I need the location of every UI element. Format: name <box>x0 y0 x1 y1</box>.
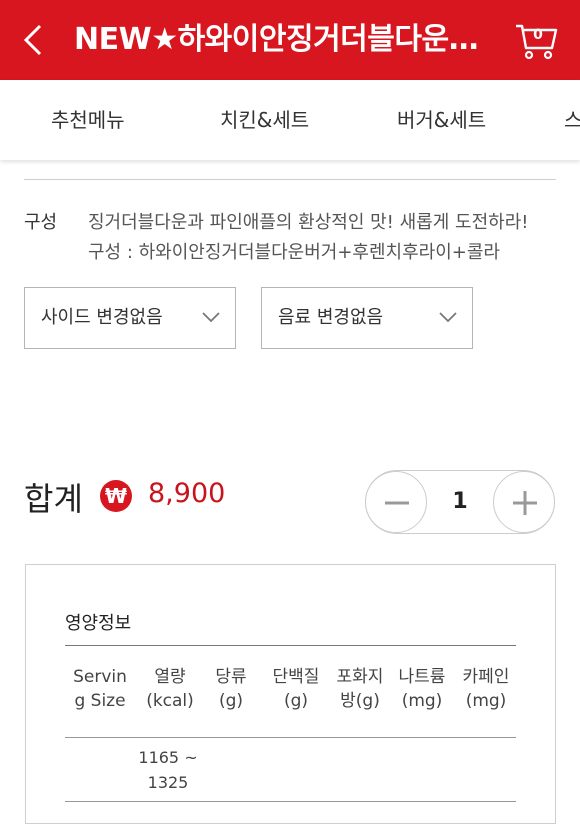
composition-items: 구성 : 하와이안징거더블다운버거+후렌치후라이+콜라 <box>88 242 500 263</box>
app-header: NEW★하와이안징거더블다운세트 0 <box>0 0 580 80</box>
cell-calories: 1165 ~ 1325 <box>138 748 198 792</box>
total-label: 합계 <box>24 480 83 518</box>
header-serving-size: Serving Size <box>73 667 127 711</box>
tab-chicken-set[interactable]: 치킨&세트 <box>220 80 309 160</box>
header-sodium: 나트륨 (mg) <box>398 667 446 711</box>
category-tabs: 추천메뉴 치킨&세트 버거&세트 스 <box>0 80 580 160</box>
header-protein: 단백질 (g) <box>272 667 320 711</box>
back-arrow-icon[interactable] <box>14 18 58 62</box>
header-calories: 열량 (kcal) <box>146 667 194 711</box>
quantity-value: 1 <box>452 489 468 514</box>
page-title: NEW★하와이안징거더블다운세트 <box>74 22 484 57</box>
nutrition-panel: 영양정보 Serving Size 열량 (kcal) 당류 (g) 단백질 (… <box>25 564 556 824</box>
chevron-down-icon <box>202 312 220 323</box>
chevron-down-icon <box>439 312 457 323</box>
side-option-select[interactable]: 사이드 변경없음 <box>24 287 236 349</box>
header-caffeine: 카페인 (mg) <box>462 667 510 711</box>
header-sugar: 당류 (g) <box>215 667 247 711</box>
plus-icon <box>513 491 537 515</box>
drink-option-select[interactable]: 음료 변경없음 <box>261 287 473 349</box>
nutrition-header-rule <box>65 645 516 646</box>
tab-next-partial[interactable]: 스 <box>564 80 580 160</box>
nutrition-title: 영양정보 <box>65 613 132 634</box>
increase-quantity-button[interactable] <box>493 471 555 533</box>
header-saturated-fat: 포화지방(g) <box>336 667 384 711</box>
composition-description: 징거더블다운과 파인애플의 환상적인 맛! 새롭게 도전하라! <box>88 212 529 233</box>
tab-burger-set[interactable]: 버거&세트 <box>397 80 486 160</box>
total-price: 8,900 <box>148 478 226 509</box>
nutrition-row-rule <box>65 737 516 738</box>
section-divider <box>24 179 556 180</box>
tab-recommended[interactable]: 추천메뉴 <box>51 80 125 160</box>
won-currency-icon: ₩ <box>100 480 132 512</box>
decrease-quantity-button[interactable] <box>365 471 427 533</box>
drink-option-value: 음료 변경없음 <box>278 307 384 328</box>
composition-label: 구성 <box>24 212 58 233</box>
side-option-value: 사이드 변경없음 <box>41 307 163 328</box>
quantity-stepper: 1 <box>365 470 555 534</box>
cart-count-badge: 0 <box>533 27 543 43</box>
nutrition-row-rule <box>65 801 516 802</box>
minus-icon <box>385 501 409 505</box>
